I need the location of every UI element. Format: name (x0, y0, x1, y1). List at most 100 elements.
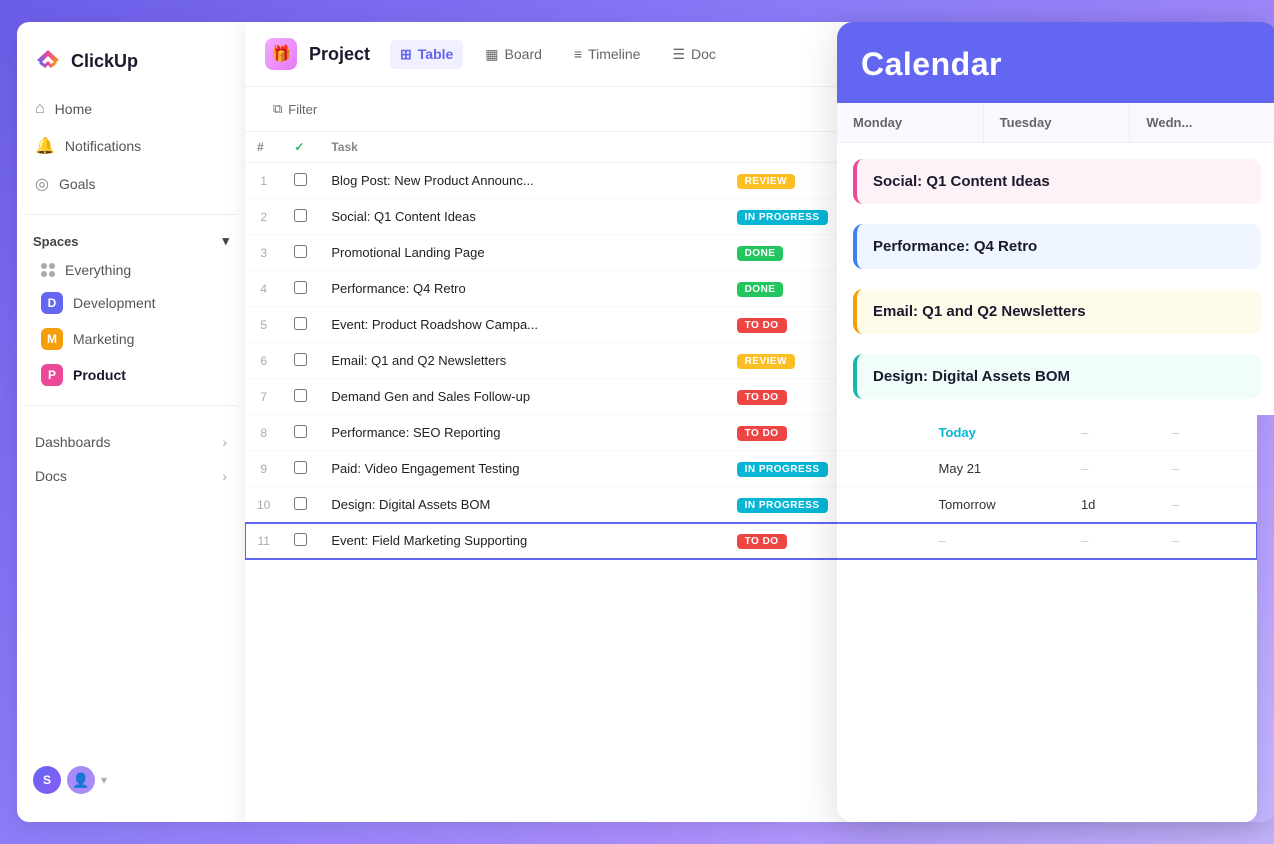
row-number: 3 (245, 235, 282, 271)
row-task-name[interactable]: Performance: Q4 Retro (319, 271, 724, 307)
row-task-name[interactable]: Event: Product Roadshow Campa... (319, 307, 724, 343)
row-checkbox[interactable] (282, 271, 319, 307)
product-label: Product (73, 367, 126, 383)
status-badge: DONE (737, 246, 784, 261)
cal-day-wednesday: Wedn... (1130, 103, 1274, 142)
tab-timeline[interactable]: ≡ Timeline (564, 40, 651, 68)
row-task-name[interactable]: Event: Field Marketing Supporting (319, 523, 724, 559)
project-title: Project (309, 44, 370, 65)
tab-table[interactable]: ⊞ Table (390, 40, 463, 69)
clickup-logo-icon (33, 46, 63, 76)
sidebar-item-development[interactable]: D Development (25, 285, 237, 321)
row-checkbox[interactable] (282, 343, 319, 379)
development-dot: D (41, 292, 63, 314)
sidebar-divider-2 (25, 405, 237, 406)
row-checkbox[interactable] (282, 199, 319, 235)
timeline-tab-icon: ≡ (574, 46, 582, 62)
cal-day-tuesday: Tuesday (984, 103, 1131, 142)
doc-tab-icon: ☰ (672, 46, 685, 63)
sidebar-item-notifications[interactable]: 🔔 Notifications (25, 128, 237, 164)
home-label: Home (55, 101, 92, 117)
calendar-days-header: Monday Tuesday Wedn... (837, 103, 1274, 143)
sidebar-item-marketing[interactable]: M Marketing (25, 321, 237, 357)
row-task-name[interactable]: Performance: SEO Reporting (319, 415, 724, 451)
row-task-name[interactable]: Promotional Landing Page (319, 235, 724, 271)
status-badge: TO DO (737, 390, 787, 405)
status-badge: TO DO (737, 426, 787, 441)
sidebar-item-home[interactable]: ⌂ Home (25, 92, 237, 126)
row-checkbox[interactable] (282, 235, 319, 271)
sidebar-item-product[interactable]: P Product (25, 357, 237, 393)
sidebar-item-goals[interactable]: ◎ Goals (25, 166, 237, 202)
sidebar-item-dashboards[interactable]: Dashboards › (25, 426, 237, 458)
sidebar-item-everything[interactable]: Everything (25, 255, 237, 285)
row-number: 1 (245, 163, 282, 199)
tab-board[interactable]: ▦ Board (475, 40, 552, 69)
row-number: 6 (245, 343, 282, 379)
row-checkbox[interactable] (282, 307, 319, 343)
row-checkbox[interactable] (282, 379, 319, 415)
notifications-label: Notifications (65, 138, 141, 154)
table-tab-icon: ⊞ (400, 46, 412, 63)
row-number: 11 (245, 523, 282, 559)
dashboards-label: Dashboards (35, 434, 111, 450)
row-number: 8 (245, 415, 282, 451)
logo-text: ClickUp (71, 51, 138, 72)
status-badge: IN PROGRESS (737, 210, 828, 225)
status-badge: IN PROGRESS (737, 462, 828, 477)
row-number: 9 (245, 451, 282, 487)
calendar-overlay: Calendar Monday Tuesday Wedn... Social: … (837, 22, 1274, 822)
row-number: 4 (245, 271, 282, 307)
status-badge: TO DO (737, 534, 787, 549)
cal-event-design-label: Design: Digital Assets BOM (873, 368, 1070, 385)
calendar-title: Calendar (861, 46, 1002, 82)
row-task-name[interactable]: Design: Digital Assets BOM (319, 487, 724, 523)
row-checkbox[interactable] (282, 451, 319, 487)
avatar-photo: 👤 (67, 766, 95, 794)
row-task-name[interactable]: Email: Q1 and Q2 Newsletters (319, 343, 724, 379)
cal-event-performance-label: Performance: Q4 Retro (873, 238, 1037, 255)
spaces-label: Spaces (33, 234, 79, 249)
cal-event-social-label: Social: Q1 Content Ideas (873, 173, 1050, 190)
spaces-section-header[interactable]: Spaces ▾ (17, 227, 245, 255)
tab-doc[interactable]: ☰ Doc (662, 40, 725, 69)
filter-icon: ⧉ (273, 101, 282, 117)
cal-event-social[interactable]: Social: Q1 Content Ideas (853, 159, 1261, 204)
everything-dots-icon (41, 263, 55, 277)
sidebar-item-docs[interactable]: Docs › (25, 460, 237, 492)
goals-label: Goals (59, 176, 96, 192)
cal-event-email[interactable]: Email: Q1 and Q2 Newsletters (853, 289, 1261, 334)
filter-button[interactable]: ⧉ Filter (265, 97, 325, 121)
project-icon: 🎁 (265, 38, 297, 70)
bell-icon: 🔔 (35, 136, 55, 156)
cal-day-monday: Monday (837, 103, 984, 142)
status-badge: TO DO (737, 318, 787, 333)
docs-label: Docs (35, 468, 67, 484)
filter-label: Filter (288, 102, 317, 117)
row-task-name[interactable]: Blog Post: New Product Announc... (319, 163, 724, 199)
cal-event-performance[interactable]: Performance: Q4 Retro (853, 224, 1261, 269)
chevron-right-icon-docs: › (222, 468, 227, 484)
sidebar-footer: S 👤 ▾ (17, 754, 245, 806)
col-number: # (245, 132, 282, 163)
marketing-label: Marketing (73, 331, 134, 347)
calendar-body: Social: Q1 Content Ideas Performance: Q4… (837, 143, 1274, 415)
row-checkbox[interactable] (282, 523, 319, 559)
cal-event-design[interactable]: Design: Digital Assets BOM (853, 354, 1261, 399)
row-checkbox[interactable] (282, 415, 319, 451)
tab-board-label: Board (505, 46, 542, 62)
row-task-name[interactable]: Social: Q1 Content Ideas (319, 199, 724, 235)
col-check: ✓ (282, 132, 319, 163)
chevron-right-icon: › (222, 434, 227, 450)
tab-timeline-label: Timeline (588, 46, 640, 62)
col-task: Task (319, 132, 724, 163)
row-number: 5 (245, 307, 282, 343)
row-task-name[interactable]: Demand Gen and Sales Follow-up (319, 379, 724, 415)
tab-doc-label: Doc (691, 46, 716, 62)
avatar-s: S (33, 766, 61, 794)
tab-table-label: Table (418, 46, 454, 62)
cal-event-email-label: Email: Q1 and Q2 Newsletters (873, 303, 1086, 320)
row-task-name[interactable]: Paid: Video Engagement Testing (319, 451, 724, 487)
row-checkbox[interactable] (282, 487, 319, 523)
row-checkbox[interactable] (282, 163, 319, 199)
